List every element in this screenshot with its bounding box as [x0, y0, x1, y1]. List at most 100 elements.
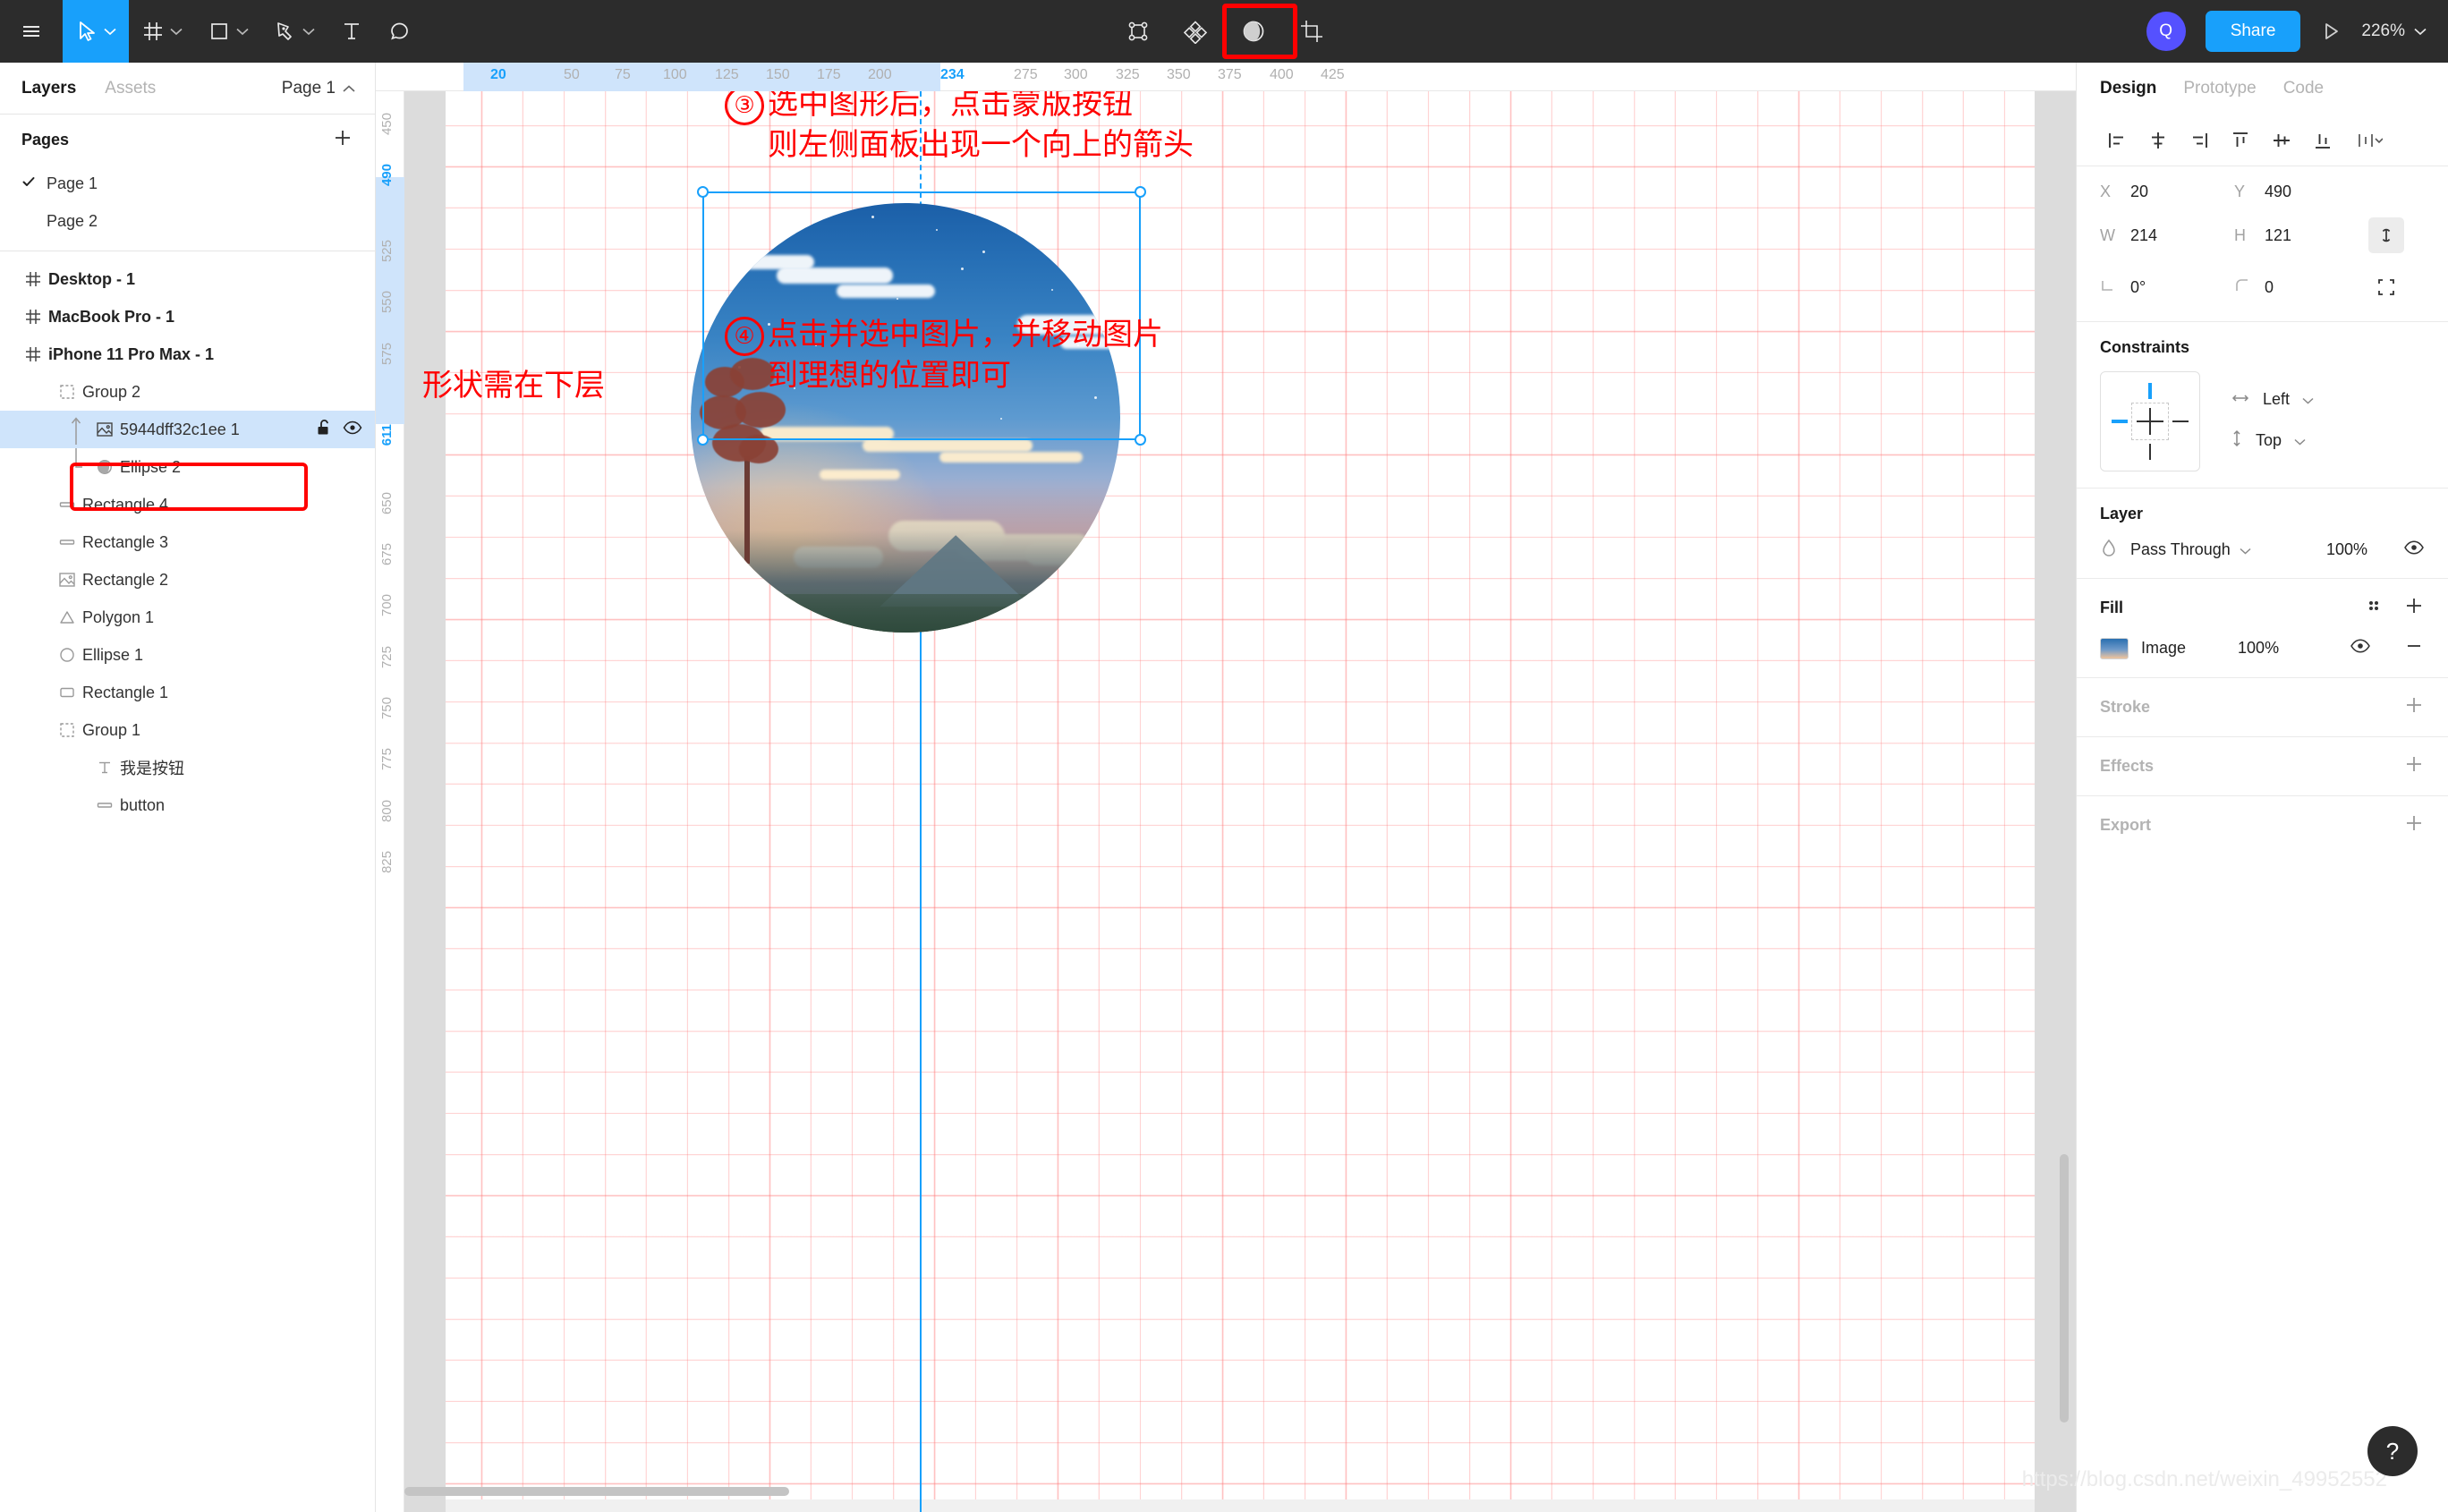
- chevron-down-icon[interactable]: [302, 28, 315, 36]
- layer-opacity-value[interactable]: 100%: [2326, 540, 2367, 559]
- layer-row-rectangle-2[interactable]: Rectangle 2: [0, 561, 375, 599]
- avatar[interactable]: Q: [2146, 12, 2186, 51]
- vertical-scrollbar[interactable]: [2060, 1154, 2069, 1423]
- corner-radius-field[interactable]: 0: [2234, 277, 2368, 298]
- layer-row-ellipse-1[interactable]: Ellipse 1: [0, 636, 375, 674]
- tab-layers[interactable]: Layers: [21, 79, 76, 98]
- layer-row-5944dff32c1ee-1[interactable]: 5944dff32c1ee 1: [0, 411, 375, 448]
- pen-tool[interactable]: [261, 0, 327, 63]
- chevron-down-icon[interactable]: [2302, 390, 2314, 409]
- fill-header: Fill: [2100, 595, 2425, 621]
- resize-handle-tr[interactable]: [1135, 186, 1146, 198]
- present-play-icon[interactable]: [2320, 21, 2342, 42]
- align-bottom-icon[interactable]: [2302, 121, 2343, 160]
- page-item-1[interactable]: Page 1: [0, 165, 375, 202]
- align-left-icon[interactable]: [2096, 121, 2138, 160]
- add-export-icon[interactable]: [2403, 812, 2425, 838]
- ruler-h-tick: 150: [766, 67, 790, 82]
- use-as-mask-button[interactable]: [1224, 0, 1283, 63]
- shape-tool[interactable]: [195, 0, 261, 63]
- constraint-handle-right[interactable]: [2172, 420, 2189, 422]
- add-stroke-icon[interactable]: [2403, 694, 2425, 720]
- alignment-toolbar: [2077, 115, 2448, 166]
- chevron-down-icon[interactable]: [104, 28, 116, 36]
- add-effect-icon[interactable]: [2403, 753, 2425, 779]
- constraint-handle-left[interactable]: [2112, 420, 2128, 423]
- hamburger-menu-icon[interactable]: [0, 0, 63, 63]
- tab-assets[interactable]: Assets: [105, 79, 156, 98]
- link-ratio-icon[interactable]: [2368, 217, 2404, 253]
- resize-handle-br[interactable]: [1135, 434, 1146, 446]
- constraint-handle-bottom[interactable]: [2149, 444, 2151, 460]
- fill-image-thumbnail[interactable]: [2100, 637, 2129, 659]
- layer-visibility-eye-icon[interactable]: [2403, 539, 2425, 561]
- chevron-down-icon[interactable]: [170, 28, 183, 36]
- frame-tool[interactable]: [129, 0, 195, 63]
- tab-design[interactable]: Design: [2100, 79, 2156, 98]
- width-field[interactable]: W 214: [2100, 226, 2234, 245]
- fill-visibility-eye-icon[interactable]: [2350, 637, 2371, 659]
- style-dots-icon[interactable]: [2364, 596, 2384, 620]
- ruler-v-tick: 825: [379, 851, 395, 874]
- zoom-level-control[interactable]: 226%: [2361, 21, 2427, 41]
- y-field[interactable]: Y 490: [2234, 183, 2368, 201]
- height-field[interactable]: H 121: [2234, 226, 2368, 245]
- component-instance-button[interactable]: [1167, 0, 1224, 63]
- share-button[interactable]: Share: [2205, 11, 2301, 52]
- layer-row-rectangle-4[interactable]: Rectangle 4: [0, 486, 375, 523]
- layer-row-desktop-1[interactable]: Desktop - 1: [0, 260, 375, 298]
- horizontal-ruler[interactable]: 20 50 75 100 125 150 175 200 234 275 300…: [376, 63, 2076, 91]
- chevron-down-icon[interactable]: [2414, 21, 2427, 41]
- layer-row-rectangle-3[interactable]: Rectangle 3: [0, 523, 375, 561]
- x-field[interactable]: X 20: [2100, 183, 2234, 201]
- help-button[interactable]: ?: [2367, 1426, 2418, 1476]
- fill-opacity-value[interactable]: 100%: [2238, 639, 2279, 658]
- resize-handle-bl[interactable]: [697, 434, 709, 446]
- tab-prototype[interactable]: Prototype: [2183, 79, 2256, 98]
- horizontal-scrollbar[interactable]: [404, 1487, 789, 1496]
- layer-row-rectangle-1[interactable]: Rectangle 1: [0, 674, 375, 711]
- align-h-center-icon[interactable]: [2138, 121, 2179, 160]
- chevron-down-icon[interactable]: [236, 28, 249, 36]
- tab-code[interactable]: Code: [2283, 79, 2324, 98]
- layer-row-ellipse-2[interactable]: Ellipse 2: [0, 448, 375, 486]
- eye-icon[interactable]: [343, 419, 362, 441]
- canvas-area[interactable]: 20 50 75 100 125 150 175 200 234 275 300…: [376, 63, 2076, 1512]
- create-component-button[interactable]: [1109, 0, 1167, 63]
- constraint-handle-top[interactable]: [2148, 383, 2152, 399]
- vertical-ruler[interactable]: 450 490 525 550 575 611 650 675 700 725 …: [376, 91, 404, 1512]
- move-tool[interactable]: [63, 0, 129, 63]
- blend-mode-dropdown[interactable]: Pass Through: [2130, 540, 2251, 559]
- layer-row-iphone-11-pro-max-1[interactable]: iPhone 11 Pro Max - 1: [0, 336, 375, 373]
- add-fill-icon[interactable]: [2403, 595, 2425, 621]
- unlock-icon[interactable]: [316, 419, 332, 441]
- chevron-down-icon[interactable]: [2240, 540, 2251, 559]
- canvas-grid-surface[interactable]: 214 × 121 ② 导入图片 ① 创建形状，形状需在下层 ③ 选中图形后，点…: [404, 91, 2076, 1512]
- layer-row-polygon-1[interactable]: Polygon 1: [0, 599, 375, 636]
- remove-fill-icon[interactable]: [2403, 635, 2425, 661]
- align-right-icon[interactable]: [2179, 121, 2220, 160]
- rotation-field[interactable]: 0°: [2100, 277, 2234, 298]
- page-selector[interactable]: Page 1: [282, 79, 355, 98]
- vertical-arrows-icon: [2231, 429, 2243, 453]
- layer-label: Group 1: [82, 720, 141, 739]
- align-v-center-icon[interactable]: [2261, 121, 2302, 160]
- constraints-widget[interactable]: [2100, 371, 2200, 471]
- layer-row-macbook-pro-1[interactable]: MacBook Pro - 1: [0, 298, 375, 336]
- resize-handle-tl[interactable]: [697, 186, 709, 198]
- independent-corners-icon[interactable]: [2368, 269, 2404, 305]
- crop-button[interactable]: [1283, 0, 1340, 63]
- chevron-down-icon[interactable]: [2294, 431, 2306, 450]
- comment-tool[interactable]: [376, 0, 424, 63]
- distribute-icon[interactable]: [2349, 121, 2390, 160]
- layer-row-group-1[interactable]: Group 1: [0, 711, 375, 749]
- vertical-constraint-dropdown[interactable]: Top: [2231, 429, 2314, 453]
- layer-row-button[interactable]: button: [0, 786, 375, 824]
- page-item-2[interactable]: Page 2: [0, 202, 375, 240]
- add-page-icon[interactable]: [332, 127, 353, 152]
- layer-row-text-button[interactable]: 我是按钮: [0, 749, 375, 786]
- layer-row-group-2[interactable]: Group 2: [0, 373, 375, 411]
- text-tool[interactable]: [327, 0, 376, 63]
- horizontal-constraint-dropdown[interactable]: Left: [2231, 390, 2314, 409]
- align-top-icon[interactable]: [2220, 121, 2261, 160]
